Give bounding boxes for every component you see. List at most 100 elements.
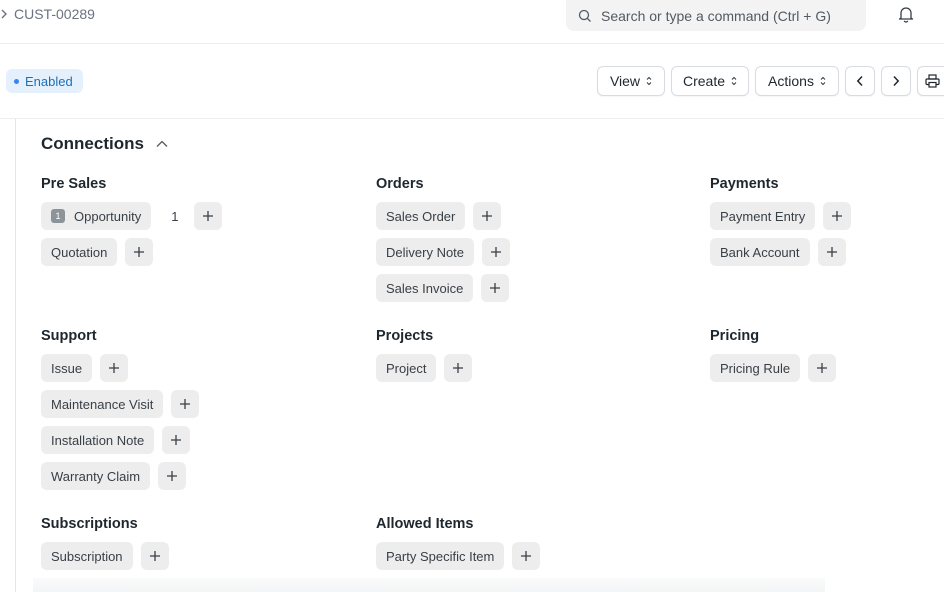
open-maintenance-visit-link[interactable]: Maintenance Visit	[41, 390, 164, 418]
status-label: Enabled	[25, 73, 73, 89]
chevron-up-icon[interactable]	[156, 140, 168, 148]
printer-icon	[925, 74, 940, 88]
connection-item-opportunity: 1 Opportunity 1	[41, 202, 223, 230]
plus-icon	[134, 247, 145, 257]
actions-label: Actions	[768, 73, 814, 89]
add-bank-account-button[interactable]	[817, 238, 846, 266]
add-sales-order-button[interactable]	[473, 202, 502, 230]
plus-icon	[180, 399, 191, 409]
group-title-payments: Payments	[710, 176, 779, 192]
print-button[interactable]	[917, 66, 944, 96]
open-warranty-claim-link[interactable]: Warranty Claim	[41, 462, 151, 490]
add-installation-note-button[interactable]	[162, 426, 191, 454]
previous-record-button[interactable]	[845, 66, 875, 96]
next-record-button[interactable]	[881, 66, 911, 96]
chevron-left-icon	[856, 75, 863, 87]
add-issue-button[interactable]	[100, 354, 129, 382]
open-payment-entry-link[interactable]: Payment Entry	[710, 202, 816, 230]
add-sales-invoice-button[interactable]	[481, 274, 510, 302]
view-button[interactable]: View	[597, 66, 665, 96]
plus-icon	[171, 435, 182, 445]
updown-chevron-icon	[820, 76, 826, 86]
create-label: Create	[682, 73, 726, 89]
open-issue-link[interactable]: Issue	[41, 354, 93, 382]
group-title-subscriptions: Subscriptions	[41, 516, 138, 532]
add-delivery-note-button[interactable]	[482, 238, 511, 266]
add-party-specific-item-button[interactable]	[512, 542, 541, 570]
group-title-projects: Projects	[376, 328, 434, 344]
add-payment-entry-button[interactable]	[823, 202, 852, 230]
connections-header[interactable]: Connections	[41, 134, 168, 154]
group-title-orders: Orders	[376, 176, 424, 192]
open-subscription-link[interactable]: Subscription	[41, 542, 133, 570]
add-project-button[interactable]	[444, 354, 473, 382]
search-bar[interactable]: Search or type a command (Ctrl + G)	[566, 0, 866, 31]
view-label: View	[609, 73, 641, 89]
search-icon	[578, 9, 591, 22]
group-title-pre-sales: Pre Sales	[41, 176, 107, 192]
connections-title: Connections	[41, 134, 144, 153]
add-pricing-rule-button[interactable]	[808, 354, 837, 382]
chevron-right-icon	[1, 9, 7, 19]
section-footer	[33, 578, 825, 592]
group-title-support: Support	[41, 328, 97, 344]
connection-item-delivery-note: Delivery Note	[376, 238, 511, 266]
open-delivery-note-link[interactable]: Delivery Note	[376, 238, 475, 266]
updown-chevron-icon	[731, 76, 737, 86]
open-bank-account-link[interactable]: Bank Account	[710, 238, 810, 266]
bell-icon[interactable]	[897, 5, 915, 23]
plus-icon	[149, 551, 160, 561]
connection-item-pricing-rule: Pricing Rule	[710, 354, 837, 382]
actions-button[interactable]: Actions	[755, 66, 839, 96]
group-title-pricing: Pricing	[710, 328, 760, 344]
connection-item-installation-note: Installation Note	[41, 426, 191, 454]
plus-icon	[491, 247, 502, 257]
opportunity-count: 1	[171, 208, 179, 224]
connection-item-quotation: Quotation	[41, 238, 154, 266]
status-badge: Enabled	[6, 69, 83, 93]
plus-icon	[817, 363, 828, 373]
page-head: Enabled View Create Actions	[0, 45, 944, 119]
add-maintenance-visit-button[interactable]	[171, 390, 200, 418]
plus-icon	[826, 247, 837, 257]
connection-item-sales-invoice: Sales Invoice	[376, 274, 510, 302]
open-sales-order-link[interactable]: Sales Order	[376, 202, 466, 230]
updown-chevron-icon	[646, 76, 652, 86]
add-warranty-claim-button[interactable]	[158, 462, 187, 490]
opportunity-label: Opportunity	[74, 208, 142, 224]
plus-icon	[482, 211, 493, 221]
connection-item-maintenance-visit: Maintenance Visit	[41, 390, 200, 418]
add-quotation-button[interactable]	[125, 238, 154, 266]
create-button[interactable]: Create	[671, 66, 749, 96]
connection-item-subscription: Subscription	[41, 542, 169, 570]
plus-icon	[453, 363, 464, 373]
plus-icon	[490, 283, 501, 293]
connection-item-issue: Issue	[41, 354, 129, 382]
plus-icon	[521, 551, 532, 561]
plus-icon	[167, 471, 178, 481]
open-sales-invoice-link[interactable]: Sales Invoice	[376, 274, 474, 302]
search-placeholder: Search or type a command (Ctrl + G)	[601, 7, 831, 24]
add-opportunity-button[interactable]	[194, 202, 223, 230]
breadcrumb: CUST-00289	[0, 6, 95, 22]
layout-divider	[15, 119, 16, 592]
open-opportunity-link[interactable]: 1 Opportunity	[41, 202, 152, 230]
add-subscription-button[interactable]	[140, 542, 169, 570]
opportunity-count-badge: 1	[51, 209, 65, 223]
open-pricing-rule-link[interactable]: Pricing Rule	[710, 354, 801, 382]
plus-icon	[109, 363, 120, 373]
open-installation-note-link[interactable]: Installation Note	[41, 426, 155, 454]
plus-icon	[832, 211, 843, 221]
open-project-link[interactable]: Project	[376, 354, 437, 382]
connection-item-sales-order: Sales Order	[376, 202, 502, 230]
top-navbar: CUST-00289 Search or type a command (Ctr…	[0, 0, 944, 44]
connection-item-payment-entry: Payment Entry	[710, 202, 852, 230]
open-quotation-link[interactable]: Quotation	[41, 238, 118, 266]
connection-item-bank-account: Bank Account	[710, 238, 846, 266]
group-title-allowed-items: Allowed Items	[376, 516, 474, 532]
open-party-specific-item-link[interactable]: Party Specific Item	[376, 542, 505, 570]
connection-item-warranty-claim: Warranty Claim	[41, 462, 187, 490]
connection-item-project: Project	[376, 354, 473, 382]
connection-item-party-specific-item: Party Specific Item	[376, 542, 541, 570]
breadcrumb-record-id[interactable]: CUST-00289	[14, 6, 95, 22]
